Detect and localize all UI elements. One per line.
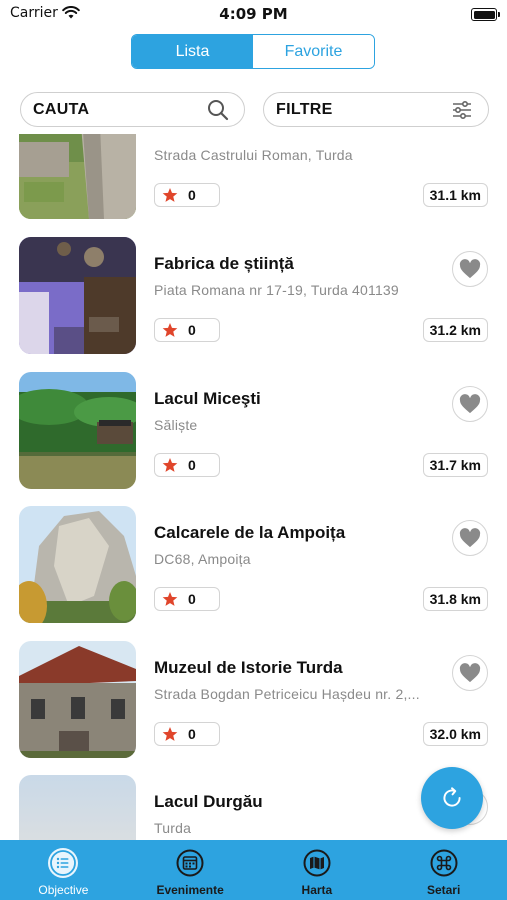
tab-label: Objective xyxy=(38,883,89,897)
battery-icon xyxy=(471,8,500,21)
favorite-button[interactable] xyxy=(452,520,488,556)
list-item[interactable]: Fabrica de știință Piata Romana nr 17-19… xyxy=(0,237,507,354)
place-address: Strada Bogdan Petriceicu Hașdeu nr. 2,..… xyxy=(154,686,420,702)
calendar-icon xyxy=(175,848,205,878)
distance-badge: 31.8 km xyxy=(422,587,488,611)
place-photo xyxy=(19,641,136,758)
list-item[interactable]: Calcarele de la Ampoița DC68, Ampoița 0 … xyxy=(0,506,507,623)
filter-label: FILTRE xyxy=(276,100,333,118)
list-icon xyxy=(48,848,79,878)
rating-value: 0 xyxy=(188,457,196,473)
command-icon xyxy=(429,848,459,878)
list-favorite-segmented-control: Lista Favorite xyxy=(131,34,375,69)
favorite-button[interactable] xyxy=(452,251,488,287)
distance-badge: 32.0 km xyxy=(422,722,488,746)
heart-icon xyxy=(459,528,481,548)
place-photo xyxy=(19,506,136,623)
rating-badge: 0 xyxy=(154,453,220,477)
heart-icon xyxy=(459,394,481,414)
rating-badge: 0 xyxy=(154,318,220,342)
status-bar: Carrier 4:09 PM xyxy=(0,0,507,28)
sliders-icon xyxy=(448,96,476,124)
tab-harta[interactable]: Harta xyxy=(254,840,381,900)
filter-field[interactable]: FILTRE xyxy=(263,92,489,127)
tab-objective[interactable]: Objective xyxy=(0,840,127,900)
tab-label: Harta xyxy=(301,883,333,897)
search-field[interactable]: CAUTA xyxy=(20,92,245,127)
place-photo xyxy=(19,775,136,840)
rating-value: 0 xyxy=(188,591,196,607)
place-title: Muzeul de Istorie Turda xyxy=(154,658,343,677)
rating-badge: 0 xyxy=(154,183,220,207)
heart-icon xyxy=(459,663,481,683)
favorite-button[interactable] xyxy=(452,655,488,691)
place-address: Piata Romana nr 17-19, Turda 401139 xyxy=(154,282,399,298)
distance-badge: 31.7 km xyxy=(422,453,488,477)
place-photo xyxy=(19,134,136,219)
place-title: Calcarele de la Ampoița xyxy=(154,523,346,542)
tab-label: Evenimente xyxy=(156,883,224,897)
list-item[interactable]: Lacul Miceşti Săliște 0 31.7 km xyxy=(0,372,507,489)
place-title: Lacul Miceşti xyxy=(154,389,261,408)
rating-value: 0 xyxy=(188,726,196,742)
place-title: Lacul Durgău xyxy=(154,792,263,811)
distance-badge: 31.2 km xyxy=(422,318,488,342)
tab-evenimente[interactable]: Evenimente xyxy=(127,840,254,900)
places-list[interactable]: Strada Castrului Roman, Turda 0 31.1 km … xyxy=(0,134,507,840)
place-address: DC68, Ampoița xyxy=(154,551,251,567)
tab-bar: Objective Evenimente Harta Setari xyxy=(0,840,507,900)
place-address: Strada Castrului Roman, Turda xyxy=(154,147,353,163)
search-icon xyxy=(204,96,232,124)
rating-badge: 0 xyxy=(154,587,220,611)
map-icon xyxy=(302,848,332,878)
place-photo xyxy=(19,372,136,489)
distance-badge: 31.1 km xyxy=(422,183,488,207)
list-item[interactable]: Strada Castrului Roman, Turda 0 31.1 km xyxy=(0,134,507,219)
star-icon xyxy=(162,188,178,202)
refresh-icon xyxy=(443,787,461,807)
segment-lista[interactable]: Lista xyxy=(132,35,253,68)
search-label: CAUTA xyxy=(33,100,90,118)
place-address: Săliște xyxy=(154,417,198,433)
star-icon xyxy=(162,727,178,741)
rating-value: 0 xyxy=(188,322,196,338)
favorite-button[interactable] xyxy=(452,386,488,422)
clock: 4:09 PM xyxy=(219,5,288,23)
place-address: Turda xyxy=(154,820,192,836)
place-title: Fabrica de știință xyxy=(154,254,294,273)
star-icon xyxy=(162,592,178,606)
refresh-button[interactable] xyxy=(421,767,483,829)
segment-favorite[interactable]: Favorite xyxy=(253,35,374,68)
rating-value: 0 xyxy=(188,187,196,203)
star-icon xyxy=(162,323,178,337)
heart-icon xyxy=(459,259,481,279)
rating-badge: 0 xyxy=(154,722,220,746)
star-icon xyxy=(162,458,178,472)
tab-label: Setari xyxy=(426,883,461,897)
list-item[interactable]: Muzeul de Istorie Turda Strada Bogdan Pe… xyxy=(0,641,507,758)
place-photo xyxy=(19,237,136,354)
tab-setari[interactable]: Setari xyxy=(380,840,507,900)
